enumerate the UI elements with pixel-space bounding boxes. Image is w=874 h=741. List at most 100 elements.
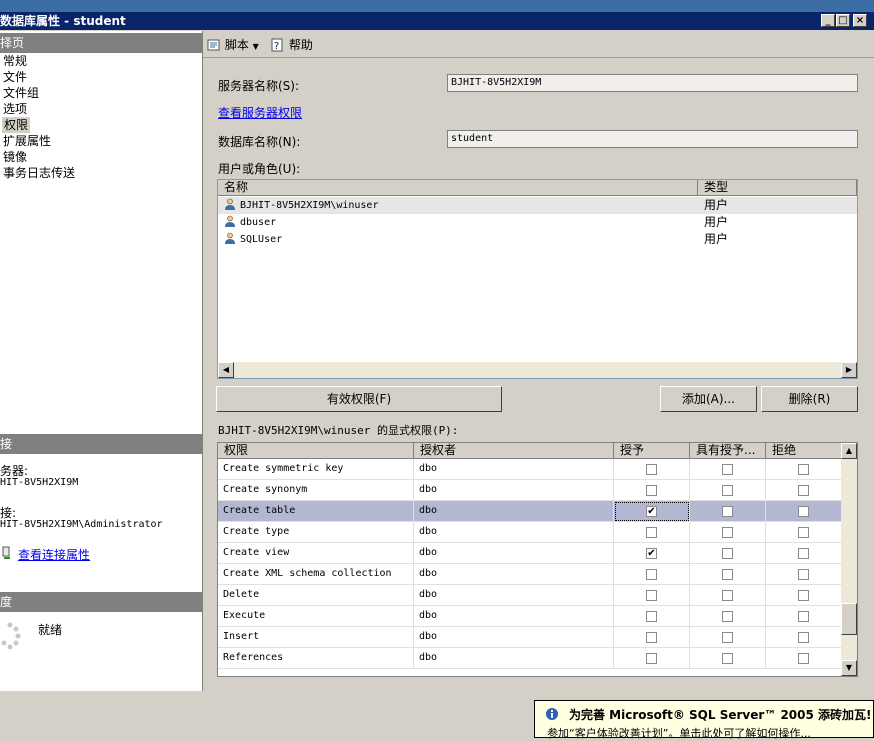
with-grant-checkbox[interactable] <box>722 527 733 538</box>
permission-row[interactable]: Insert dbo <box>218 627 842 648</box>
permission-row[interactable]: Delete dbo <box>218 585 842 606</box>
scrollbar-thumb[interactable] <box>841 603 857 635</box>
permission-row[interactable]: Create table dbo ✔ <box>218 501 842 522</box>
permission-row[interactable]: Create synonym dbo <box>218 480 842 501</box>
permission-grantor: dbo <box>414 564 614 585</box>
grant-checkbox[interactable] <box>646 527 657 538</box>
permission-row[interactable]: References dbo <box>218 648 842 669</box>
info-icon <box>546 708 558 720</box>
add-button[interactable]: 添加(A)... <box>660 386 757 412</box>
view-connection-properties-link[interactable]: 查看连接属性 <box>18 546 90 563</box>
users-col-type[interactable]: 类型 <box>698 180 857 196</box>
with-grant-checkbox[interactable] <box>722 611 733 622</box>
notification-balloon[interactable]: 为完善 Microsoft® SQL Server™ 2005 添砖加瓦! 参加… <box>534 700 874 741</box>
permission-name: Create XML schema collection <box>218 564 414 585</box>
view-server-permissions-link[interactable]: 查看服务器权限 <box>218 104 302 121</box>
users-horizontal-scrollbar[interactable]: ◀ ▶ <box>218 362 857 378</box>
with-grant-checkbox[interactable] <box>722 590 733 601</box>
grant-checkbox[interactable] <box>646 611 657 622</box>
effective-permissions-button[interactable]: 有效权限(F) <box>216 386 502 412</box>
user-row[interactable]: dbuser 用户 <box>218 214 857 231</box>
deny-checkbox[interactable] <box>798 548 809 559</box>
grant-checkbox[interactable] <box>646 569 657 580</box>
script-button[interactable]: 脚本 ▼ <box>207 36 259 53</box>
scroll-up-icon[interactable]: ▲ <box>841 443 857 459</box>
grant-checkbox[interactable]: ✔ <box>646 506 657 517</box>
users-roles-list[interactable]: 名称 类型 BJHIT-8V5H2XI9M\winuser 用户 dbuser 用户 S… <box>217 179 858 379</box>
page-item-0[interactable]: 常规 <box>3 53 27 69</box>
deny-checkbox[interactable] <box>798 590 809 601</box>
grant-checkbox[interactable] <box>646 632 657 643</box>
users-col-name[interactable]: 名称 <box>218 180 698 196</box>
help-button[interactable]: ? 帮助 <box>271 36 313 53</box>
perm-col-permission[interactable]: 权限 <box>218 443 414 459</box>
chevron-down-icon[interactable]: ▼ <box>253 42 259 51</box>
svg-text:?: ? <box>274 41 279 52</box>
grant-checkbox[interactable] <box>646 485 657 496</box>
help-icon: ? <box>271 38 283 52</box>
remove-button[interactable]: 删除(R) <box>761 386 858 412</box>
deny-checkbox[interactable] <box>798 464 809 475</box>
perm-col-grantor[interactable]: 授权者 <box>414 443 614 459</box>
close-button[interactable]: × <box>853 14 867 27</box>
page-item-2[interactable]: 文件组 <box>3 85 39 101</box>
server-name-label: 服务器名称(S): <box>218 79 300 93</box>
permission-name: Create view <box>218 543 414 564</box>
permission-grantor: dbo <box>414 627 614 648</box>
grant-checkbox[interactable] <box>646 653 657 664</box>
scroll-down-icon[interactable]: ▼ <box>841 660 857 676</box>
permission-row[interactable]: Create type dbo <box>218 522 842 543</box>
minimize-button[interactable]: _ <box>821 14 835 27</box>
permission-row[interactable]: Create symmetric key dbo <box>218 459 842 480</box>
database-name-field[interactable]: student <box>447 130 858 148</box>
user-row[interactable]: BJHIT-8V5H2XI9M\winuser 用户 <box>218 197 857 214</box>
with-grant-checkbox[interactable] <box>722 653 733 664</box>
grant-checkbox[interactable] <box>646 590 657 601</box>
page-item-1[interactable]: 文件 <box>3 69 27 85</box>
permission-row[interactable]: Create XML schema collection dbo <box>218 564 842 585</box>
perm-col-with-grant[interactable]: 具有授予... <box>690 443 766 459</box>
deny-checkbox[interactable] <box>798 569 809 580</box>
user-name-text: SQLUser <box>240 234 283 245</box>
user-icon <box>225 232 235 244</box>
page-item-5[interactable]: 扩展属性 <box>3 133 51 149</box>
deny-checkbox[interactable] <box>798 632 809 643</box>
perm-col-deny[interactable]: 拒绝 <box>766 443 842 459</box>
grant-checkbox[interactable] <box>646 464 657 475</box>
with-grant-checkbox[interactable] <box>722 506 733 517</box>
deny-checkbox[interactable] <box>798 527 809 538</box>
page-item-3[interactable]: 选项 <box>3 101 27 117</box>
maximize-button[interactable]: □ <box>836 14 850 27</box>
user-row[interactable]: SQLUser 用户 <box>218 231 857 248</box>
page-item-4[interactable]: 权限 <box>2 117 31 133</box>
deny-checkbox[interactable] <box>798 506 809 517</box>
notification-body[interactable]: 参加“客户体验改善计划”。单击此处可了解如何操作... <box>547 725 811 741</box>
permission-grantor: dbo <box>414 480 614 501</box>
permission-grantor: dbo <box>414 648 614 669</box>
permissions-vertical-scrollbar[interactable]: ▲ ▼ <box>841 443 857 676</box>
grant-checkbox[interactable]: ✔ <box>646 548 657 559</box>
with-grant-checkbox[interactable] <box>722 548 733 559</box>
server-name-field[interactable]: BJHIT-8V5H2XI9M <box>447 74 858 92</box>
perm-col-grant[interactable]: 授予 <box>614 443 690 459</box>
with-grant-checkbox[interactable] <box>722 569 733 580</box>
deny-checkbox[interactable] <box>798 611 809 622</box>
notification-title: 为完善 Microsoft® SQL Server™ 2005 添砖加瓦! <box>569 708 872 722</box>
permission-name: Create symmetric key <box>218 459 414 480</box>
with-grant-checkbox[interactable] <box>722 464 733 475</box>
scroll-right-icon[interactable]: ▶ <box>841 362 857 378</box>
permission-name: Insert <box>218 627 414 648</box>
permission-row[interactable]: Execute dbo <box>218 606 842 627</box>
page-item-6[interactable]: 镜像 <box>3 149 27 165</box>
permission-grantor: dbo <box>414 522 614 543</box>
with-grant-checkbox[interactable] <box>722 485 733 496</box>
permissions-grid[interactable]: 权限 授权者 授予 具有授予... 拒绝 Create symmetric ke… <box>217 442 858 677</box>
page-item-7[interactable]: 事务日志传送 <box>3 165 75 181</box>
deny-checkbox[interactable] <box>798 653 809 664</box>
permission-name: References <box>218 648 414 669</box>
window-title-bar[interactable]: 数据库属性 - student _ □ × <box>0 12 874 30</box>
permission-row[interactable]: Create view dbo ✔ <box>218 543 842 564</box>
with-grant-checkbox[interactable] <box>722 632 733 643</box>
scroll-left-icon[interactable]: ◀ <box>218 362 234 378</box>
deny-checkbox[interactable] <box>798 485 809 496</box>
